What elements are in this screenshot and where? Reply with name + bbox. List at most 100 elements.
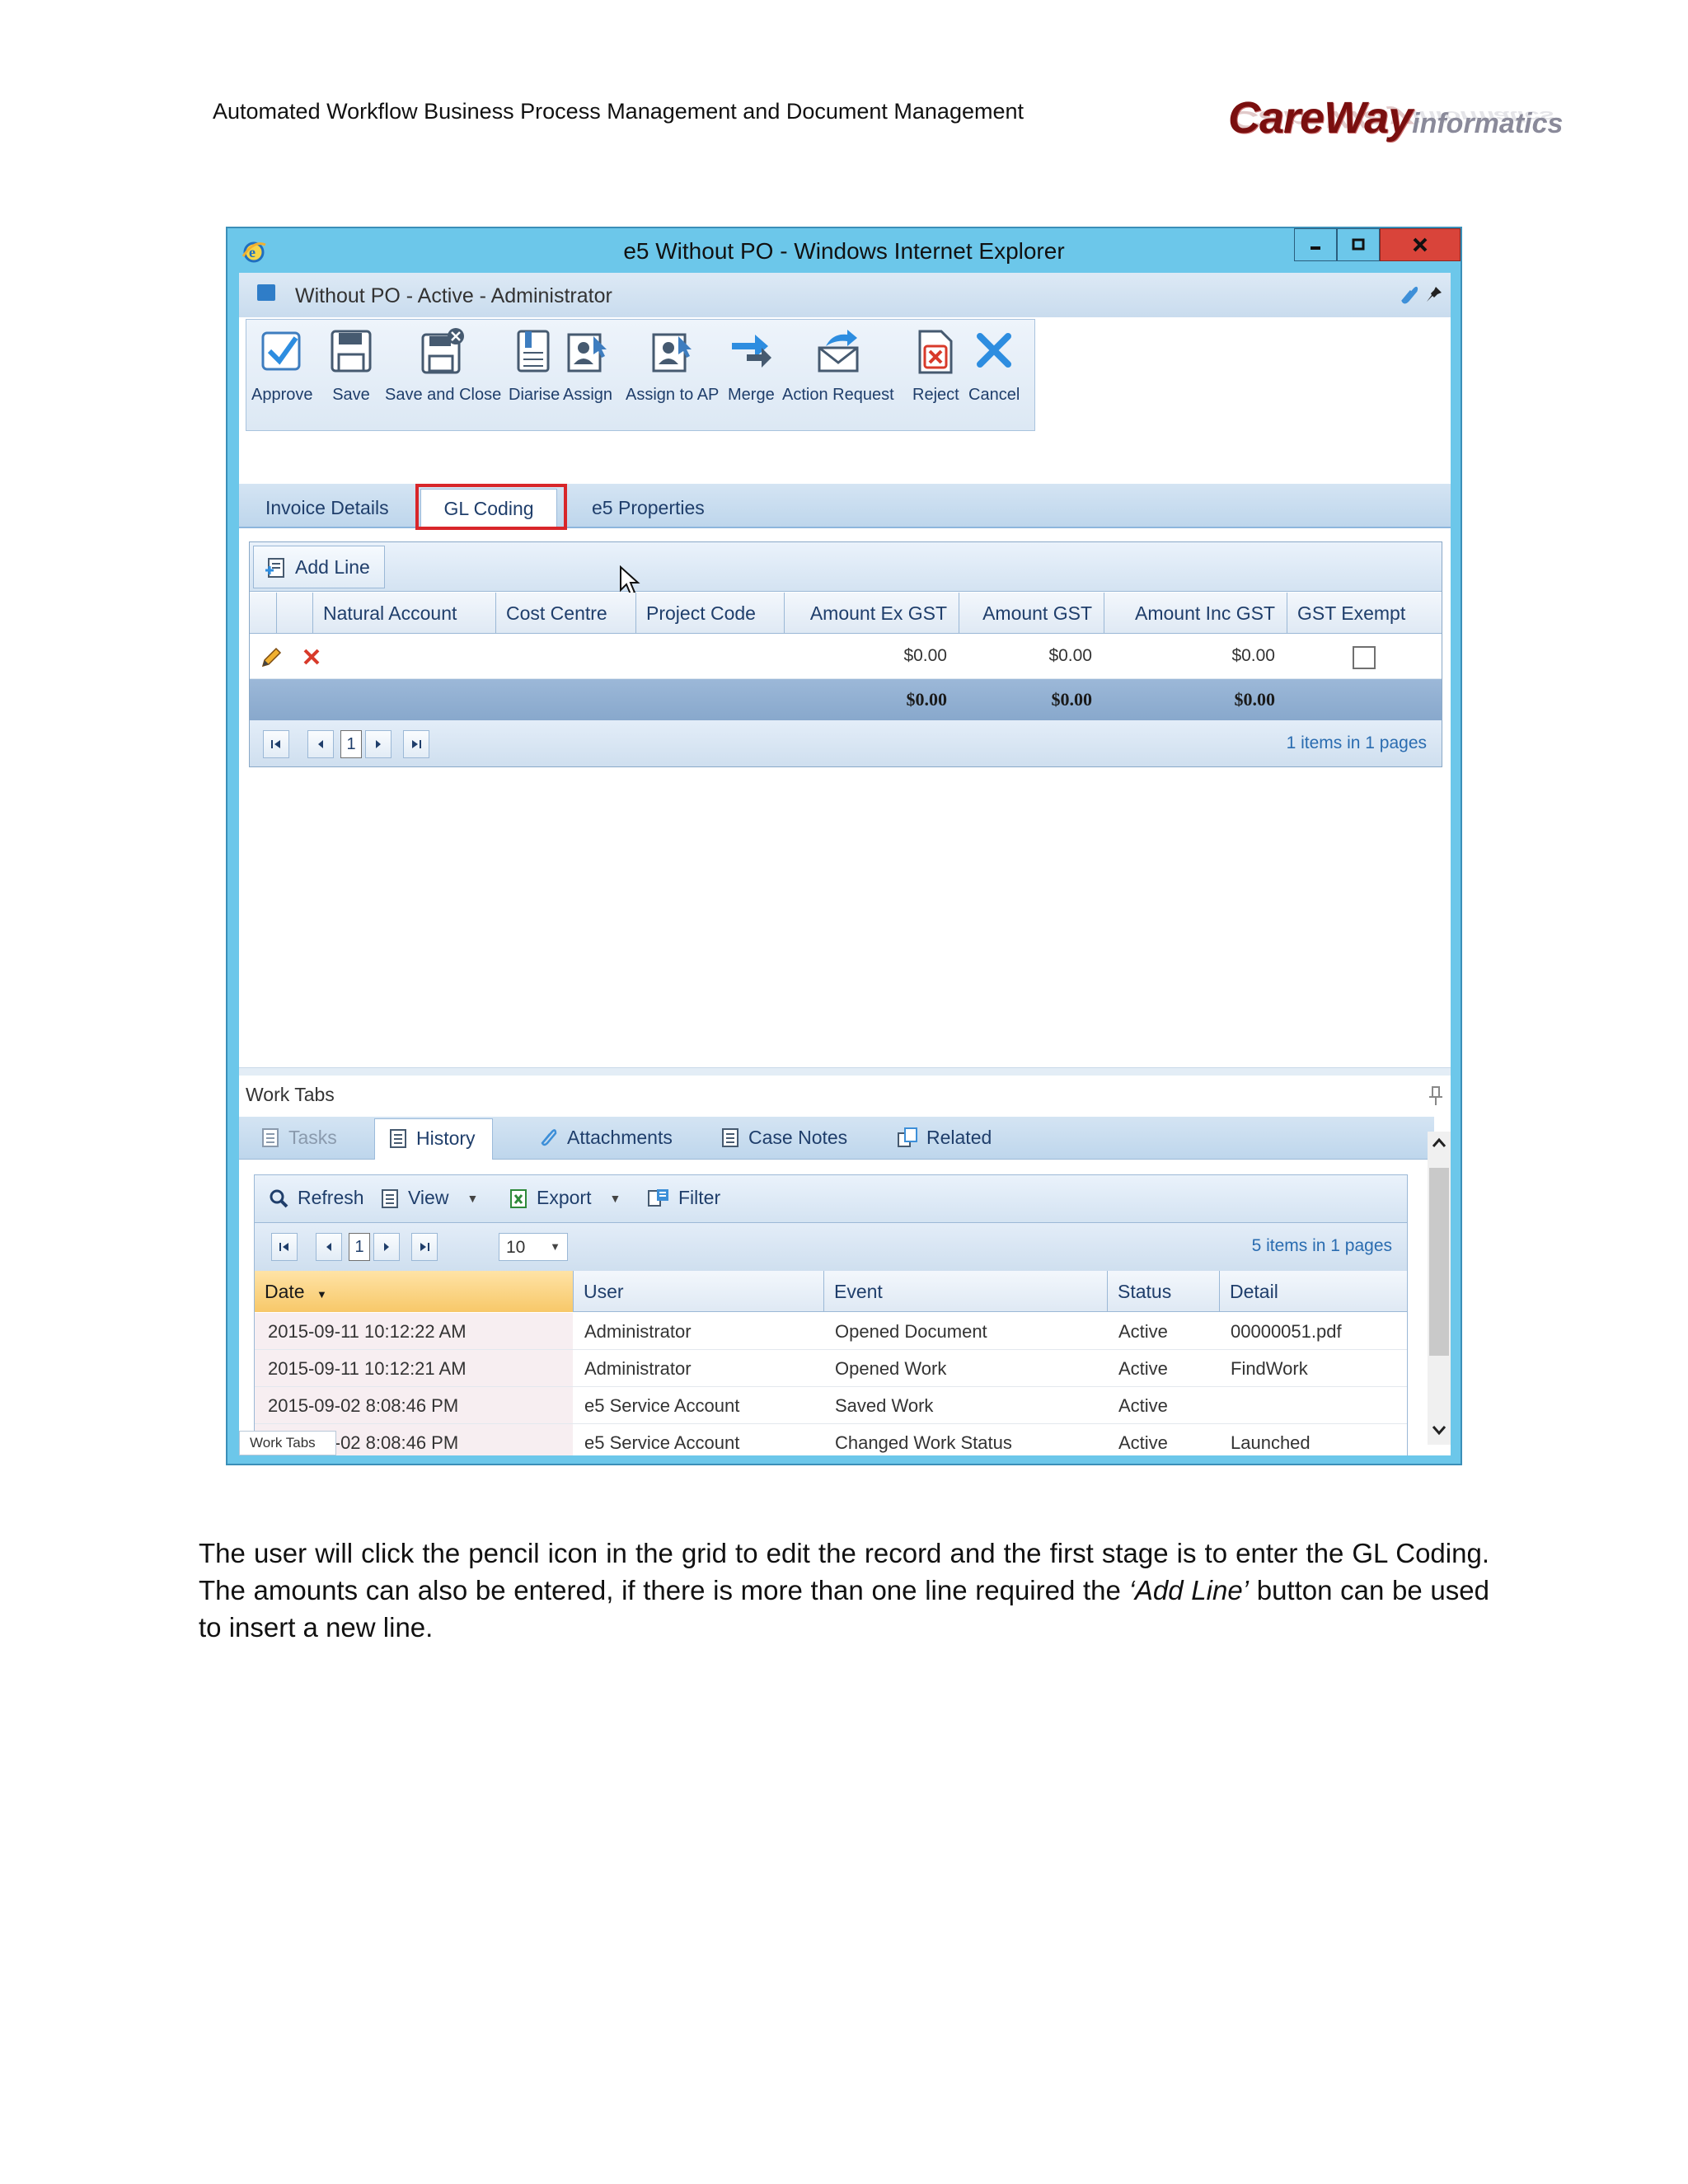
reject-button[interactable]: Reject xyxy=(912,326,959,425)
history-header-row: Date ▼ User Event Status Detail xyxy=(255,1271,1407,1312)
approve-icon xyxy=(261,331,301,371)
cell-status: Active xyxy=(1118,1358,1168,1379)
tab-attachments[interactable]: Attachments xyxy=(537,1118,673,1160)
table-row[interactable]: 2015-09-11 10:12:22 AM Administrator Ope… xyxy=(255,1313,1407,1350)
scroll-down-icon[interactable] xyxy=(1431,1422,1447,1438)
table-row[interactable]: 2015-09-02 8:08:46 PM e5 Service Account… xyxy=(255,1387,1407,1424)
total-amount-ex-gst: $0.00 xyxy=(906,689,948,710)
maximize-button[interactable] xyxy=(1337,228,1380,261)
col-amount-ex-gst[interactable]: Amount Ex GST xyxy=(784,593,959,634)
action-request-icon xyxy=(818,330,859,373)
pencil-edit-icon[interactable] xyxy=(260,646,283,669)
last-page-button[interactable] xyxy=(403,730,429,758)
tab-tasks[interactable]: Tasks xyxy=(260,1118,337,1160)
document-header-text: Automated Workflow Business Process Mana… xyxy=(213,99,1024,124)
scroll-thumb[interactable] xyxy=(1429,1168,1449,1356)
page-size-select[interactable]: 10 ▼ xyxy=(499,1233,568,1261)
gl-coding-highlight-box xyxy=(415,484,567,530)
case-notes-icon xyxy=(722,1128,738,1147)
history-current-page[interactable]: 1 xyxy=(349,1233,370,1261)
assign-to-ap-icon xyxy=(652,333,692,373)
save-and-close-button[interactable]: Save and Close xyxy=(385,326,501,425)
tab-related[interactable]: Related xyxy=(897,1118,992,1160)
diarise-button[interactable]: Diarise xyxy=(509,326,560,425)
view-dropdown-button[interactable]: View ▼ xyxy=(380,1187,478,1209)
col-event[interactable]: Event xyxy=(823,1271,1107,1312)
history-toolbar: Refresh View ▼ Export ▼ Filter xyxy=(255,1175,1407,1223)
col-cost-centre[interactable]: Cost Centre xyxy=(495,593,635,634)
cell-event: Opened Work xyxy=(835,1358,947,1379)
total-amount-gst: $0.00 xyxy=(1051,689,1093,710)
action-request-button[interactable]: Action Request xyxy=(782,326,894,425)
col-user[interactable]: User xyxy=(573,1271,823,1312)
first-page-button[interactable] xyxy=(263,730,289,758)
maximize-icon xyxy=(1352,238,1365,251)
col-date[interactable]: Date ▼ xyxy=(255,1271,573,1312)
tab-invoice-details[interactable]: Invoice Details xyxy=(265,489,389,528)
minimize-icon xyxy=(1311,246,1320,250)
col-project-code[interactable]: Project Code xyxy=(635,593,784,634)
cell-amount-ex-gst[interactable]: $0.00 xyxy=(784,646,947,666)
cell-amount-inc-gst[interactable]: $0.00 xyxy=(1104,646,1275,666)
col-status[interactable]: Status xyxy=(1107,1271,1219,1312)
work-tabs-scrollbar[interactable] xyxy=(1428,1132,1451,1445)
next-page-icon xyxy=(384,1243,389,1251)
history-next-page-button[interactable] xyxy=(373,1233,400,1261)
refresh-icon xyxy=(270,1189,288,1207)
col-gst-exempt[interactable]: GST Exempt xyxy=(1287,593,1442,634)
merge-button[interactable]: Merge xyxy=(728,326,775,425)
prev-page-icon xyxy=(318,740,323,748)
tab-e5-properties[interactable]: e5 Properties xyxy=(592,489,705,528)
cell-amount-gst[interactable]: $0.00 xyxy=(959,646,1092,666)
tab-history[interactable]: History xyxy=(374,1118,493,1160)
minimize-button[interactable] xyxy=(1294,228,1337,261)
cancel-button[interactable]: Cancel xyxy=(968,326,1020,425)
refresh-button[interactable]: Refresh xyxy=(268,1187,364,1209)
filter-icon xyxy=(648,1188,668,1207)
col-detail[interactable]: Detail xyxy=(1219,1271,1409,1312)
approve-button[interactable]: Approve xyxy=(251,326,313,425)
add-line-button[interactable]: Add Line xyxy=(253,546,385,588)
total-amount-inc-gst: $0.00 xyxy=(1234,689,1276,710)
next-page-button[interactable] xyxy=(365,730,392,758)
history-pager: 1 10 ▼ 5 items in 1 pages xyxy=(255,1223,1407,1271)
form-title: Without PO - Active - Administrator xyxy=(295,284,612,307)
history-prev-page-button[interactable] xyxy=(316,1233,342,1261)
assign-to-ap-button[interactable]: Assign to AP xyxy=(626,326,719,425)
merge-icon xyxy=(732,335,772,368)
table-row: $0.00 $0.00 $0.00 xyxy=(250,635,1442,679)
work-tabs-strip: Tasks History Attachments Case Notes Rel… xyxy=(239,1117,1434,1160)
attachments-icon xyxy=(541,1129,557,1146)
export-excel-icon xyxy=(510,1188,527,1208)
export-dropdown-button[interactable]: Export ▼ xyxy=(509,1187,621,1209)
assign-button[interactable]: Assign xyxy=(563,326,612,425)
gst-exempt-checkbox[interactable] xyxy=(1353,646,1376,669)
table-row[interactable]: 2015-09-02 8:08:46 PM e5 Service Account… xyxy=(255,1424,1407,1455)
cell-detail: FindWork xyxy=(1231,1358,1308,1379)
work-tabs-pin-icon[interactable] xyxy=(1428,1085,1444,1107)
current-page[interactable]: 1 xyxy=(340,730,362,758)
cell-detail: 00000051.pdf xyxy=(1231,1321,1342,1342)
prev-page-button[interactable] xyxy=(307,730,334,758)
history-last-page-button[interactable] xyxy=(411,1233,438,1261)
delete-row-icon[interactable] xyxy=(302,648,321,666)
tab-case-notes[interactable]: Case Notes xyxy=(720,1118,847,1160)
first-page-icon xyxy=(271,740,280,748)
col-amount-inc-gst[interactable]: Amount Inc GST xyxy=(1104,593,1287,634)
grid-pager: 1 1 items in 1 pages xyxy=(250,720,1442,766)
col-natural-account[interactable]: Natural Account xyxy=(312,593,495,634)
col-amount-gst[interactable]: Amount GST xyxy=(959,593,1104,634)
filter-button[interactable]: Filter xyxy=(647,1187,720,1209)
history-first-page-button[interactable] xyxy=(271,1233,298,1261)
table-row[interactable]: 2015-09-11 10:12:21 AM Administrator Ope… xyxy=(255,1350,1407,1387)
paperclip-icon[interactable] xyxy=(1398,284,1421,306)
save-button[interactable]: Save xyxy=(329,326,373,425)
bottom-work-tabs-tab[interactable]: Work Tabs xyxy=(239,1431,336,1455)
scroll-up-icon[interactable] xyxy=(1431,1135,1447,1151)
gl-coding-grid: Add Line Natural Account Cost Centre Pro… xyxy=(249,541,1442,767)
cell-event: Opened Document xyxy=(835,1321,987,1342)
close-window-button[interactable] xyxy=(1380,228,1461,261)
work-tabs-splitter[interactable] xyxy=(239,1067,1451,1076)
pin-icon[interactable] xyxy=(1424,284,1444,304)
cell-status: Active xyxy=(1118,1432,1168,1453)
